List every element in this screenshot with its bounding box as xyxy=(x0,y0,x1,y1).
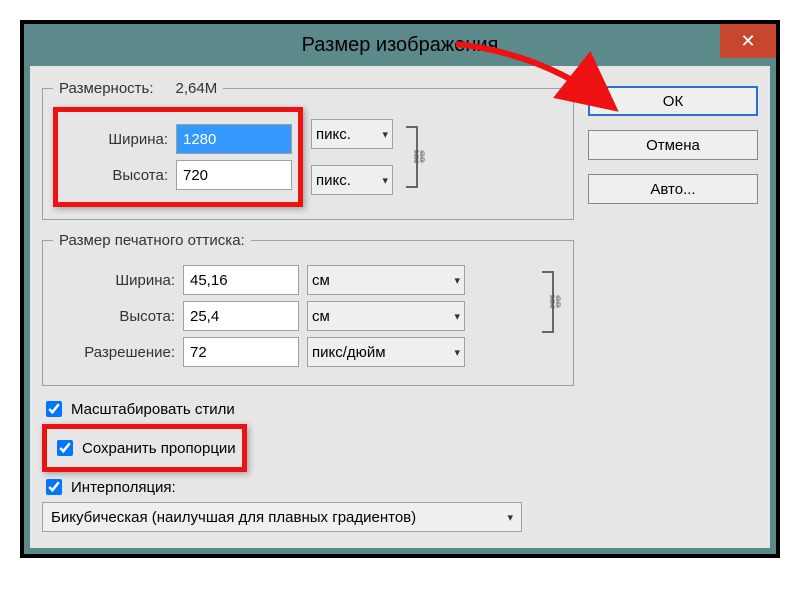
print-width-unit-text: см xyxy=(312,272,330,289)
interpolation-checkbox[interactable] xyxy=(46,479,62,495)
px-height-unit-text: пикс. xyxy=(316,172,351,189)
print-height-unit-text: см xyxy=(312,308,330,325)
interpolation-select[interactable]: Бикубическая (наилучшая для плавных град… xyxy=(42,502,522,532)
chevron-down-icon: ▾ xyxy=(382,128,388,141)
print-height-label: Высота: xyxy=(53,308,175,325)
close-button[interactable]: ✕ xyxy=(720,24,776,58)
titlebar: Размер изображения ✕ xyxy=(24,24,776,66)
chain-icon: ⛓ xyxy=(411,149,428,165)
dialog-title: Размер изображения xyxy=(302,34,499,57)
px-height-unit-select[interactable]: пикс. ▾ xyxy=(311,165,393,195)
pixel-dimensions-group: Размерность: 2,64M Ширина: Высота: xyxy=(42,80,574,220)
print-size-group: Размер печатного оттиска: Ширина: см ▾ xyxy=(42,232,574,386)
constrain-label: Сохранить пропорции xyxy=(82,440,236,457)
constrain-checkbox[interactable] xyxy=(57,440,73,456)
print-width-label: Ширина: xyxy=(53,272,175,289)
print-height-input[interactable] xyxy=(183,301,299,331)
scale-styles-row[interactable]: Масштабировать стили xyxy=(42,398,574,420)
chevron-down-icon: ▾ xyxy=(507,511,513,524)
constrain-row[interactable]: Сохранить пропорции xyxy=(53,437,236,459)
chevron-down-icon: ▾ xyxy=(382,174,388,187)
chevron-down-icon: ▾ xyxy=(454,274,460,287)
dim-size-value: 2,64M xyxy=(176,80,218,97)
px-width-input[interactable] xyxy=(176,124,292,154)
close-icon: ✕ xyxy=(740,31,755,52)
chevron-down-icon: ▾ xyxy=(454,310,460,323)
interpolation-row[interactable]: Интерполяция: xyxy=(42,476,574,498)
cancel-button[interactable]: Отмена xyxy=(588,130,758,160)
interpolation-value: Бикубическая (наилучшая для плавных град… xyxy=(51,509,416,526)
cancel-label: Отмена xyxy=(646,137,700,154)
chain-icon: ⛓ xyxy=(547,294,564,310)
link-bracket: ⛓ xyxy=(397,120,427,194)
image-size-dialog: Размер изображения ✕ Размерность: 2,64M xyxy=(20,20,780,558)
left-column: Размерность: 2,64M Ширина: Высота: xyxy=(42,80,574,532)
right-column: ОК Отмена Авто... xyxy=(588,80,758,532)
px-width-unit-select[interactable]: пикс. ▾ xyxy=(311,119,393,149)
ok-label: ОК xyxy=(663,93,683,110)
print-height-unit-select[interactable]: см ▾ xyxy=(307,301,465,331)
resolution-label: Разрешение: xyxy=(53,344,175,361)
px-height-input[interactable] xyxy=(176,160,292,190)
px-width-unit-text: пикс. xyxy=(316,126,351,143)
px-height-label: Высота: xyxy=(64,167,168,184)
scale-styles-label: Масштабировать стили xyxy=(71,401,235,418)
ok-button[interactable]: ОК xyxy=(588,86,758,116)
resolution-unit-text: пикс/дюйм xyxy=(312,344,386,361)
resolution-unit-select[interactable]: пикс/дюйм ▾ xyxy=(307,337,465,367)
scale-styles-checkbox[interactable] xyxy=(46,401,62,417)
auto-button[interactable]: Авто... xyxy=(588,174,758,204)
chevron-down-icon: ▾ xyxy=(454,346,460,359)
highlight-box-constrain: Сохранить пропорции xyxy=(42,424,247,472)
link-bracket: ⛓ xyxy=(533,265,563,339)
resolution-input[interactable] xyxy=(183,337,299,367)
print-width-input[interactable] xyxy=(183,265,299,295)
px-width-label: Ширина: xyxy=(64,131,168,148)
highlight-box-dimensions: Ширина: Высота: xyxy=(53,107,303,207)
print-width-unit-select[interactable]: см ▾ xyxy=(307,265,465,295)
dialog-body: Размерность: 2,64M Ширина: Высота: xyxy=(30,66,770,548)
dim-legend-label: Размерность: xyxy=(59,80,154,97)
print-legend: Размер печатного оттиска: xyxy=(53,232,251,249)
interpolation-label: Интерполяция: xyxy=(71,479,176,496)
auto-label: Авто... xyxy=(650,181,695,198)
pixel-dimensions-legend: Размерность: 2,64M xyxy=(53,80,223,97)
